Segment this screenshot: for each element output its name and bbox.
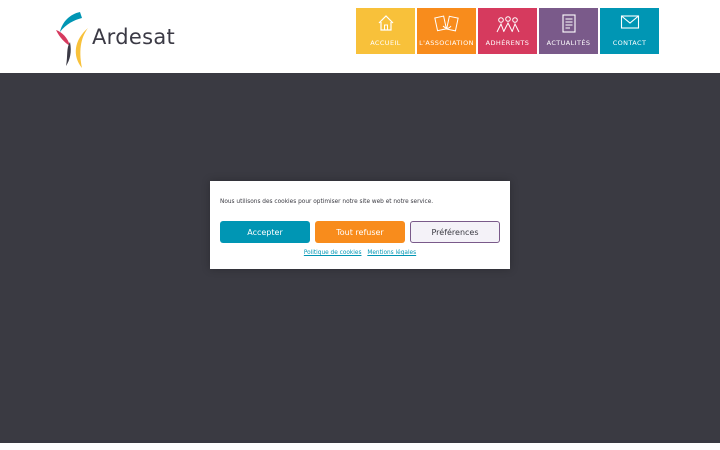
nav-label: CONTACT bbox=[612, 39, 647, 47]
nav-item-adherents[interactable]: ADHÉRENTS bbox=[478, 8, 537, 54]
people-icon bbox=[496, 16, 519, 33]
document-icon bbox=[561, 14, 576, 33]
cookie-consent-banner: Nous utilisons des cookies pour optimise… bbox=[210, 181, 510, 269]
nav-label: ADHÉRENTS bbox=[485, 39, 530, 47]
cookie-policy-link[interactable]: Politique de cookies bbox=[304, 250, 362, 256]
nav-label: ACTUALITÉS bbox=[546, 39, 591, 47]
cookie-message: Nous utilisons des cookies pour optimise… bbox=[220, 199, 434, 205]
site-header: Ardesat ACCUEIL L'ASSOCIATION ADHÉRENTS … bbox=[0, 0, 720, 73]
home-icon bbox=[378, 15, 393, 31]
logo-mark-icon bbox=[56, 12, 88, 68]
refuse-cookies-button[interactable]: Tout refuser bbox=[315, 221, 405, 243]
envelope-icon bbox=[620, 15, 639, 29]
nav-item-accueil[interactable]: ACCUEIL bbox=[356, 8, 415, 54]
footer-strip bbox=[0, 443, 720, 450]
site-logo[interactable]: Ardesat bbox=[52, 8, 182, 70]
nav-label: ACCUEIL bbox=[370, 39, 401, 47]
nav-item-association[interactable]: L'ASSOCIATION bbox=[417, 8, 476, 54]
nav-item-actualites[interactable]: ACTUALITÉS bbox=[539, 8, 598, 54]
handshake-icon bbox=[433, 15, 459, 32]
accept-cookies-button[interactable]: Accepter bbox=[220, 221, 310, 243]
nav-label: L'ASSOCIATION bbox=[419, 39, 474, 47]
cookie-preferences-button[interactable]: Préférences bbox=[410, 221, 500, 243]
logo-text: Ardesat bbox=[92, 25, 176, 49]
legal-notice-link[interactable]: Mentions légales bbox=[367, 250, 416, 256]
cookie-links: Politique de cookies Mentions légales bbox=[210, 250, 510, 256]
nav-item-contact[interactable]: CONTACT bbox=[600, 8, 659, 54]
